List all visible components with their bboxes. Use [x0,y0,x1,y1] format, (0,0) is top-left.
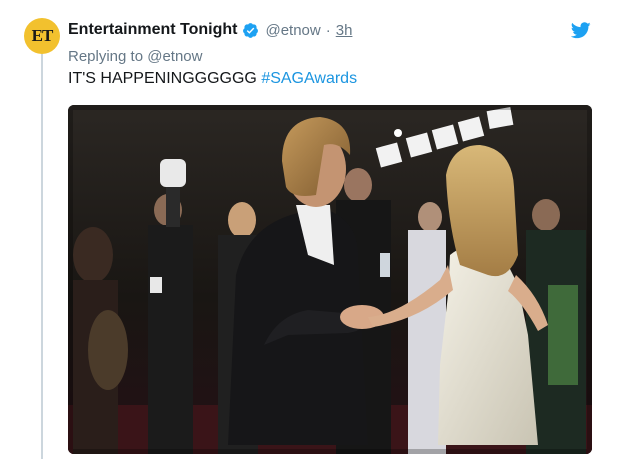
hashtag-link[interactable]: #SAGAwards [261,70,357,87]
avatar[interactable]: ET [24,18,60,54]
reply-handle[interactable]: @etnow [147,48,202,65]
tweet-header: Entertainment Tonight @etnow · 3h [68,21,352,39]
timestamp[interactable]: 3h [336,22,353,39]
reply-prefix: Replying to [68,48,144,65]
separator-dot: · [325,21,331,39]
reply-context: Replying to @etnow [68,48,202,65]
tweet-photo[interactable] [68,105,592,454]
display-name[interactable]: Entertainment Tonight [68,21,237,39]
verified-badge-icon [243,22,259,38]
avatar-text: ET [31,26,54,45]
tweet-text: IT'S HAPPENINGGGGGG #SAGAwards [68,70,357,88]
handle[interactable]: @etnow [265,22,320,39]
thread-line [41,54,43,459]
tweet-body: IT'S HAPPENINGGGGGG [68,70,257,87]
photo-illustration [68,105,592,454]
twitter-bird-icon[interactable] [571,22,591,39]
